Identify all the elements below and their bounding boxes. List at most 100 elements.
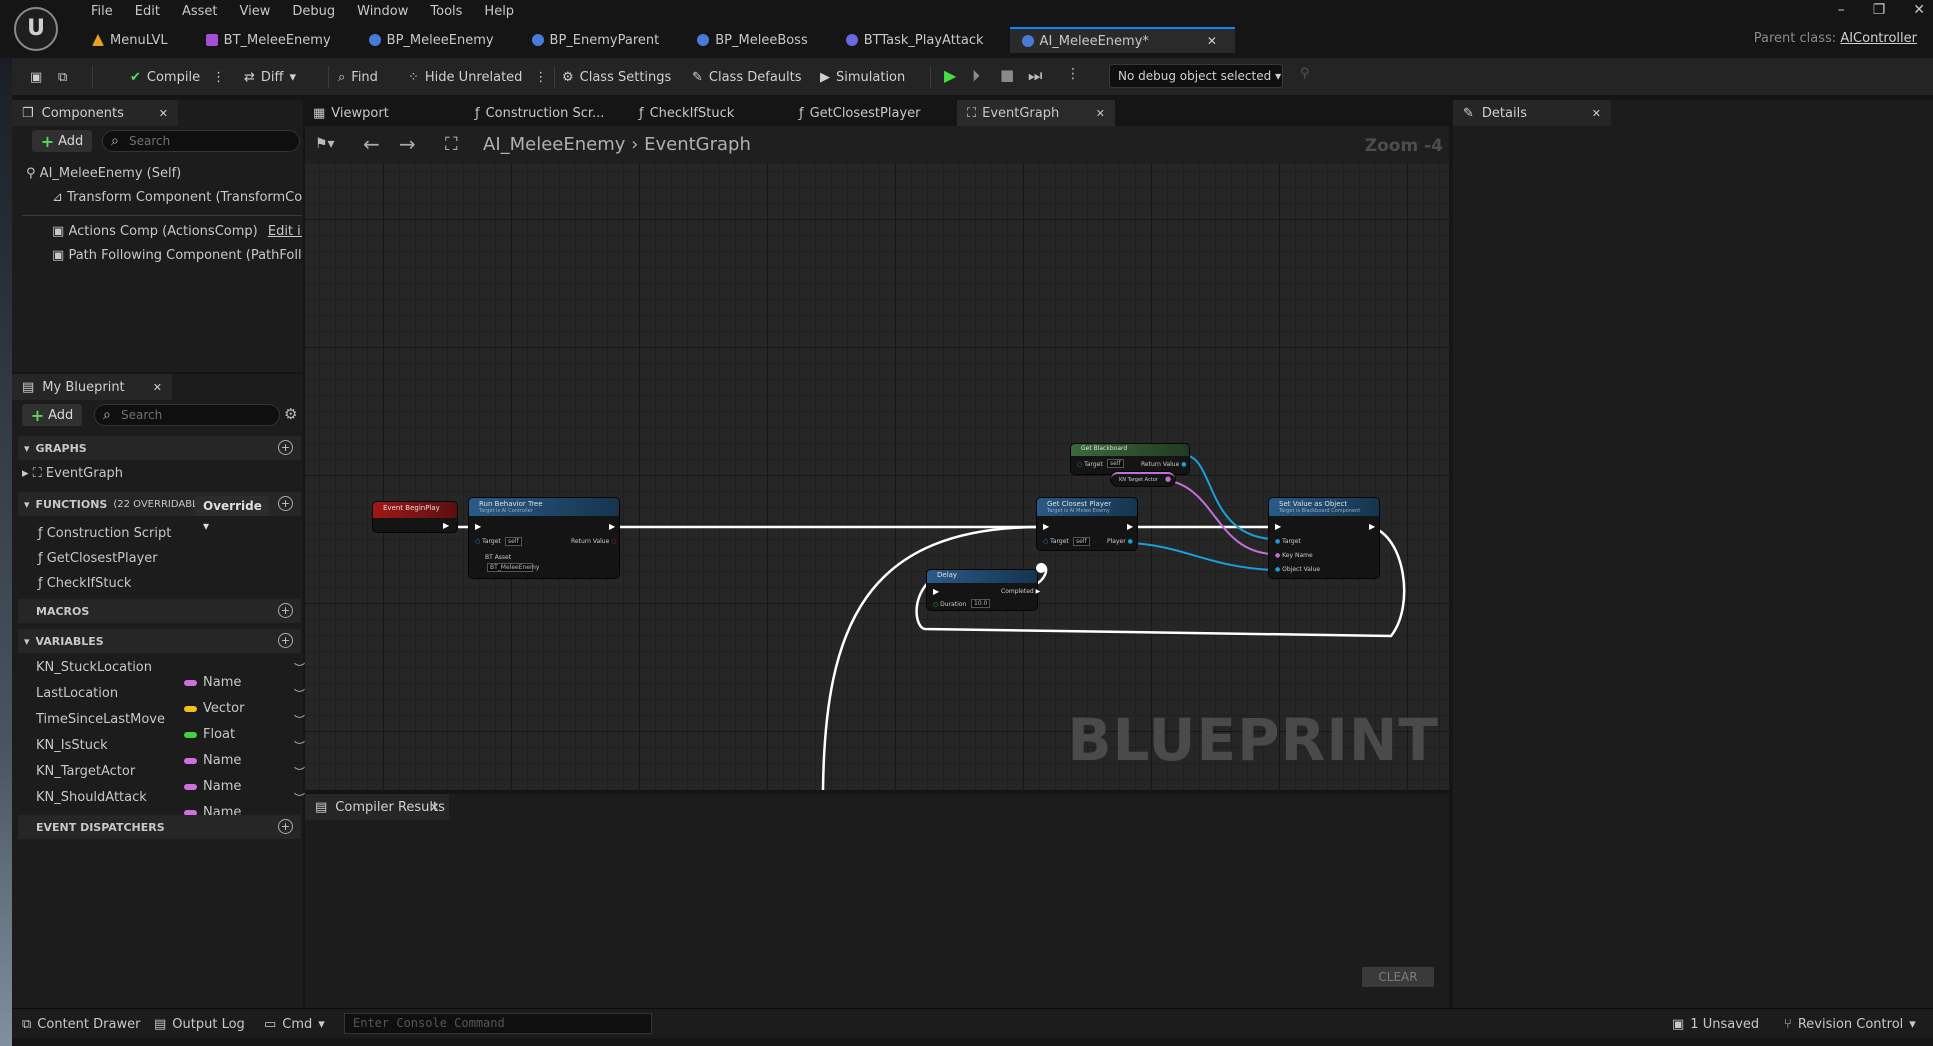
add-dispatcher-icon[interactable]: + [278, 819, 293, 834]
node-event-beginplay[interactable]: Event BeginPlay ▶ [373, 502, 457, 532]
close-tab-icon[interactable]: ✕ [1207, 34, 1217, 48]
simulation-button[interactable]: ▶ Simulation [820, 66, 905, 88]
duration-input[interactable]: 10.0 [971, 599, 991, 608]
close-icon[interactable]: ✕ [159, 107, 168, 120]
visibility-icon[interactable]: ︶ [294, 686, 305, 702]
menu-debug[interactable]: Debug [281, 3, 346, 21]
doc-tab-menulvl[interactable]: MenuLVL [80, 27, 180, 53]
exec-pin-icon[interactable]: ▶ [933, 587, 939, 596]
stop-icon[interactable]: ■ [1000, 66, 1018, 86]
my-blueprint-tab[interactable]: ▤ My Blueprint ✕ [12, 374, 172, 400]
more-icon[interactable]: ⋮ [1066, 66, 1084, 86]
component-actions[interactable]: ▣ Actions Comp (ActionsComp) Edit in C+ [52, 224, 302, 239]
tab-checkifstuck[interactable]: ƒ CheckIfStuck [639, 100, 734, 126]
variable-kn-shouldattack[interactable]: KN_ShouldAttack Name ︶ [36, 790, 306, 820]
find-button[interactable]: ⌕ Find [338, 66, 378, 88]
add-member-button[interactable]: + Add [22, 404, 82, 426]
pin-target[interactable]: ○ Target [1043, 538, 1069, 545]
pin-player[interactable]: Player ● [1107, 538, 1133, 545]
restore-icon[interactable]: ❐ [1873, 2, 1886, 18]
play-icon[interactable]: ▶ [944, 66, 962, 86]
doc-tab-bt-meleeenemy[interactable]: BT_MeleeEnemy [194, 27, 343, 53]
variable-kn-isstuck[interactable]: KN_IsStuck Name ︶ [36, 738, 306, 768]
step-icon[interactable]: ⏵ [972, 66, 990, 86]
cmd-dropdown[interactable]: ▭ Cmd ▾ [264, 1015, 325, 1033]
pin-object-value[interactable]: ● Object Value [1275, 566, 1320, 573]
class-settings-button[interactable]: ⚙ Class Settings [562, 66, 671, 88]
variable-lastlocation[interactable]: LastLocation Vector ︶ [36, 686, 306, 716]
more-icon[interactable]: ⋮ [212, 70, 225, 85]
component-transform[interactable]: ⊿ Transform Component (TransformComp [52, 190, 302, 205]
close-icon[interactable]: ✕ [1592, 107, 1601, 120]
tab-construction-script[interactable]: ƒ Construction Scr... [475, 100, 604, 126]
variable-kn-targetactor[interactable]: KN_TargetActor Name ︶ [36, 764, 306, 794]
node-kn-target-actor[interactable]: KN Target Actor ● [1111, 472, 1175, 486]
components-tab[interactable]: ❒ Components ✕ [12, 100, 178, 126]
close-icon[interactable]: ✕ [153, 381, 162, 394]
tab-getclosestplayer[interactable]: ƒ GetClosestPlayer [799, 100, 920, 126]
pin-target[interactable]: ● Target [1275, 538, 1301, 545]
more-icon[interactable]: ⋮ [534, 70, 547, 85]
pin-return-value[interactable]: Return Value ● [1141, 461, 1186, 468]
revision-control-button[interactable]: ⑂ Revision Control ▾ [1784, 1015, 1916, 1033]
close-icon[interactable]: ✕ [1096, 107, 1105, 120]
bt-asset-dropdown[interactable]: BT_MeleeEnemy [487, 563, 539, 572]
pin-target[interactable]: ○ Target [475, 538, 501, 545]
pin-key-name[interactable]: ● Key Name [1275, 552, 1313, 559]
menu-edit[interactable]: Edit [124, 3, 171, 21]
doc-tab-bttask-playattack[interactable]: BTTask_PlayAttack [834, 27, 996, 53]
tab-eventgraph[interactable]: ⛶ EventGraph ✕ [957, 100, 1115, 126]
console-command-input[interactable]: Enter Console Command [344, 1013, 652, 1034]
exec-pin-icon[interactable]: ▶ [609, 522, 615, 531]
menu-window[interactable]: Window [346, 3, 419, 21]
menu-tools[interactable]: Tools [419, 3, 473, 21]
component-path-following[interactable]: ▣ Path Following Component (PathFollowi [52, 248, 302, 263]
variable-kn-stucklocation[interactable]: KN_StuckLocation Name ︶ [36, 660, 306, 690]
exec-pin-icon[interactable]: ▶ [1127, 522, 1133, 531]
browse-icon[interactable]: ⧉ [58, 66, 67, 88]
variable-timesincelastmove[interactable]: TimeSinceLastMove Float ︶ [36, 712, 306, 742]
exec-pin-icon[interactable]: ▶ [1369, 522, 1375, 531]
add-component-button[interactable]: + Add [32, 130, 92, 152]
pin-duration[interactable]: ○ Duration [933, 601, 966, 608]
exec-pin-icon[interactable]: ▶ [1043, 522, 1049, 531]
compile-button[interactable]: ✔ Compile ⋮ [130, 66, 225, 88]
visibility-icon[interactable]: ︶ [294, 712, 305, 728]
add-macro-icon[interactable]: + [278, 603, 293, 618]
doc-tab-ai-meleeenemy[interactable]: AI_MeleeEnemy* ✕ [1009, 27, 1235, 53]
variables-section[interactable]: ▾ VARIABLES + [18, 629, 301, 653]
add-function-icon[interactable]: + [278, 496, 293, 511]
visibility-icon[interactable]: ︶ [294, 738, 305, 754]
function-construction-script[interactable]: ƒ Construction Script [38, 526, 171, 541]
details-tab[interactable]: ✎ Details ✕ [1453, 100, 1611, 126]
macros-section[interactable]: MACROS + [18, 599, 301, 623]
gear-icon[interactable]: ⚙ [284, 405, 297, 423]
unsaved-button[interactable]: ▣ 1 Unsaved [1672, 1015, 1759, 1033]
doc-tab-bp-meleeboss[interactable]: BP_MeleeBoss [685, 27, 820, 53]
components-search-input[interactable]: Search [102, 130, 300, 152]
visibility-icon[interactable]: ︶ [294, 764, 305, 780]
close-icon[interactable]: ✕ [430, 801, 439, 814]
node-delay[interactable]: Delay ▶ Completed ▶ ○ Duration 10.0 [927, 570, 1040, 610]
exec-pin-icon[interactable]: ▶ [1275, 522, 1281, 531]
debug-filter-icon[interactable]: ⚲ [1300, 66, 1318, 86]
node-get-blackboard[interactable]: Get Blackboard ○ Target self Return Valu… [1071, 444, 1189, 474]
component-self[interactable]: ⚲ AI_MeleeEnemy (Self) [26, 166, 181, 181]
content-drawer-button[interactable]: ⧉ Content Drawer [22, 1015, 140, 1033]
save-icon[interactable]: ▣ [30, 66, 42, 88]
eject-icon[interactable]: ⏭ [1028, 66, 1046, 86]
event-graph-canvas[interactable]: ⚑▾ ← → ⛶ AI_MeleeEnemy › EventGraph Zoom… [305, 126, 1449, 790]
menu-file[interactable]: File [80, 3, 124, 21]
add-variable-icon[interactable]: + [278, 633, 293, 648]
graphs-section[interactable]: ▾ GRAPHS + [18, 436, 301, 460]
menu-view[interactable]: View [229, 3, 282, 21]
compiler-results-tab[interactable]: ▤ Compiler Results ✕ [305, 794, 449, 820]
function-getclosestplayer[interactable]: ƒ GetClosestPlayer [38, 551, 158, 566]
function-checkifstuck[interactable]: ƒ CheckIfStuck [38, 576, 131, 591]
pin-return-value[interactable]: Return Value ○ [571, 538, 616, 545]
parent-class-link[interactable]: AIController [1840, 31, 1917, 46]
exec-pin-icon[interactable]: ▶ [475, 522, 481, 531]
minimize-icon[interactable]: – [1838, 2, 1845, 18]
exec-pin-icon[interactable]: ▶ [443, 521, 449, 530]
visibility-icon[interactable]: ︶ [294, 790, 305, 806]
